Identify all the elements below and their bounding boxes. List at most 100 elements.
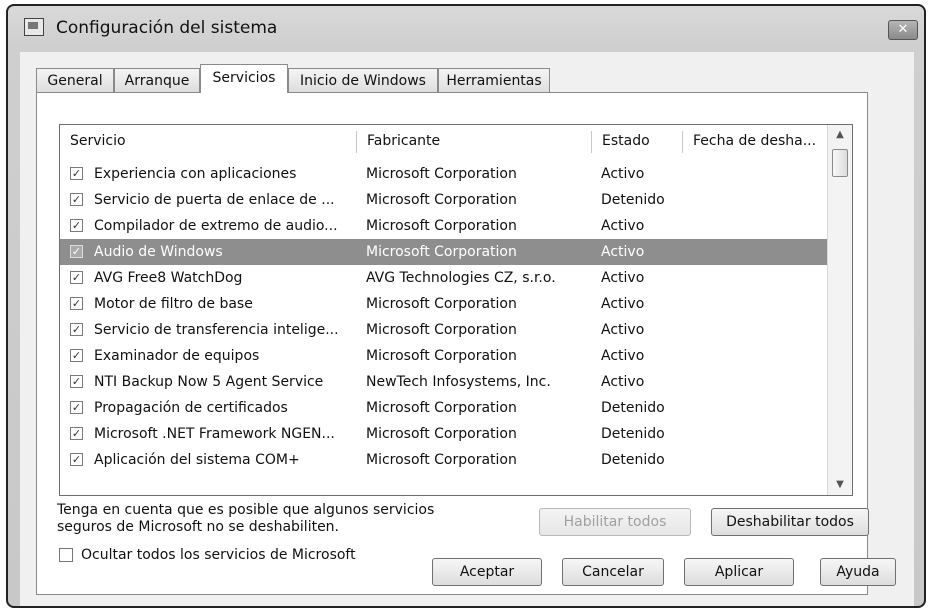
services-list[interactable]: Servicio Fabricante Estado Fecha de desh… — [59, 124, 853, 496]
service-name: Propagación de certificados — [94, 400, 288, 416]
tab-general[interactable]: General — [36, 68, 114, 92]
note-line-1: Tenga en cuenta que es posible que algun… — [57, 502, 435, 518]
service-checkbox[interactable]: ✓ — [70, 193, 83, 206]
table-row[interactable]: ✓ Motor de filtro de base Microsoft Corp… — [60, 291, 846, 317]
tab-label: Herramientas — [446, 73, 542, 89]
column-header-estado[interactable]: Estado — [592, 125, 682, 157]
service-disable-date — [692, 395, 832, 421]
service-disable-date — [692, 421, 832, 447]
tab-label: General — [47, 73, 103, 89]
service-checkbox[interactable]: ✓ — [70, 219, 83, 232]
service-name: Servicio de puerta de enlace de ... — [94, 192, 335, 208]
cancel-button[interactable]: Cancelar — [562, 558, 664, 586]
disable-all-button[interactable]: Deshabilitar todos — [711, 508, 869, 536]
service-disable-date — [692, 187, 832, 213]
scroll-down-arrow-icon[interactable]: ▼ — [828, 475, 852, 495]
service-maker: Microsoft Corporation — [366, 166, 517, 182]
service-checkbox[interactable]: ✓ — [70, 245, 83, 258]
service-state: Activo — [601, 244, 645, 260]
table-row[interactable]: ✓ Aplicación del sistema COM+ Microsoft … — [60, 447, 846, 473]
service-checkbox[interactable]: ✓ — [70, 297, 83, 310]
title-bar[interactable]: Configuración del sistema ✕ — [8, 6, 924, 52]
service-maker: Microsoft Corporation — [366, 244, 517, 260]
service-maker: Microsoft Corporation — [366, 400, 517, 416]
service-name: Aplicación del sistema COM+ — [94, 452, 300, 468]
close-button[interactable]: ✕ — [888, 20, 918, 40]
service-state: Activo — [601, 270, 645, 286]
service-name: AVG Free8 WatchDog — [94, 270, 243, 286]
service-name: NTI Backup Now 5 Agent Service — [94, 374, 324, 390]
scrollbar-thumb[interactable] — [832, 149, 848, 177]
table-row[interactable]: ✓ NTI Backup Now 5 Agent Service NewTech… — [60, 369, 846, 395]
service-name: Motor de filtro de base — [94, 296, 253, 312]
tab-inicio-de-windows[interactable]: Inicio de Windows — [288, 68, 438, 92]
service-checkbox[interactable]: ✓ — [70, 427, 83, 440]
service-maker: Microsoft Corporation — [366, 426, 517, 442]
service-maker: Microsoft Corporation — [366, 452, 517, 468]
service-disable-date — [692, 265, 832, 291]
msconfig-app-icon — [24, 18, 44, 36]
close-icon: ✕ — [897, 22, 909, 37]
service-checkbox[interactable]: ✓ — [70, 349, 83, 362]
table-row-selected[interactable]: ✓ Audio de Windows Microsoft Corporation… — [60, 239, 846, 265]
table-row[interactable]: ✓ Examinador de equipos Microsoft Corpor… — [60, 343, 846, 369]
table-row[interactable]: ✓ Compilador de extremo de audio... Micr… — [60, 213, 846, 239]
tab-arranque[interactable]: Arranque — [114, 68, 200, 92]
service-name: Servicio de transferencia intelige... — [94, 322, 339, 338]
service-state: Activo — [601, 218, 645, 234]
tab-label: Servicios — [212, 70, 276, 86]
tab-herramientas[interactable]: Herramientas — [438, 68, 550, 92]
service-disable-date — [692, 317, 832, 343]
column-header-servicio[interactable]: Servicio — [60, 125, 356, 157]
service-state: Detenido — [601, 400, 665, 416]
service-checkbox[interactable]: ✓ — [70, 453, 83, 466]
service-name: Experiencia con aplicaciones — [94, 166, 297, 182]
list-header: Servicio Fabricante Estado Fecha de desh… — [60, 125, 846, 157]
microsoft-services-note: Tenga en cuenta que es posible que algun… — [57, 502, 497, 536]
service-disable-date — [692, 369, 832, 395]
table-row[interactable]: ✓ Experiencia con aplicaciones Microsoft… — [60, 161, 846, 187]
service-state: Detenido — [601, 192, 665, 208]
tab-label: Inicio de Windows — [300, 73, 426, 89]
service-state: Activo — [601, 296, 645, 312]
tab-servicios[interactable]: Servicios — [200, 64, 288, 93]
service-checkbox[interactable]: ✓ — [70, 401, 83, 414]
service-checkbox[interactable]: ✓ — [70, 323, 83, 336]
note-line-2: seguros de Microsoft no se deshabiliten. — [57, 519, 340, 535]
table-row[interactable]: ✓ Microsoft .NET Framework NGEN... Micro… — [60, 421, 846, 447]
dialog-client-area: General Arranque Servicios Inicio de Win… — [20, 52, 914, 606]
window-title: Configuración del sistema — [56, 18, 278, 38]
service-name: Compilador de extremo de audio... — [94, 218, 338, 234]
vertical-scrollbar[interactable]: ▲ ▼ — [827, 125, 852, 495]
table-row[interactable]: ✓ Propagación de certificados Microsoft … — [60, 395, 846, 421]
service-name: Examinador de equipos — [94, 348, 260, 364]
service-checkbox[interactable]: ✓ — [70, 375, 83, 388]
service-disable-date — [692, 447, 832, 473]
help-button[interactable]: Ayuda — [820, 558, 896, 586]
service-name: Microsoft .NET Framework NGEN... — [94, 426, 335, 442]
service-state: Activo — [601, 374, 645, 390]
column-header-fabricante[interactable]: Fabricante — [357, 125, 591, 157]
service-state: Activo — [601, 348, 645, 364]
hide-microsoft-services-checkbox[interactable] — [59, 548, 73, 562]
scroll-up-arrow-icon[interactable]: ▲ — [828, 125, 852, 145]
services-panel: Servicio Fabricante Estado Fecha de desh… — [36, 92, 869, 595]
service-state: Activo — [601, 322, 645, 338]
service-maker: Microsoft Corporation — [366, 218, 517, 234]
table-row[interactable]: ✓ AVG Free8 WatchDog AVG Technologies CZ… — [60, 265, 846, 291]
tab-label: Arranque — [124, 73, 190, 89]
service-disable-date — [692, 343, 832, 369]
ok-button[interactable]: Aceptar — [432, 558, 542, 586]
apply-button[interactable]: Aplicar — [684, 558, 794, 586]
service-checkbox[interactable]: ✓ — [70, 167, 83, 180]
service-maker: Microsoft Corporation — [366, 296, 517, 312]
table-row[interactable]: ✓ Servicio de puerta de enlace de ... Mi… — [60, 187, 846, 213]
column-header-fecha[interactable]: Fecha de desha... — [683, 125, 833, 157]
service-checkbox[interactable]: ✓ — [70, 271, 83, 284]
table-row[interactable]: ✓ Servicio de transferencia intelige... … — [60, 317, 846, 343]
service-maker: AVG Technologies CZ, s.r.o. — [366, 270, 556, 286]
service-maker: Microsoft Corporation — [366, 192, 517, 208]
service-disable-date — [692, 161, 832, 187]
enable-all-button[interactable]: Habilitar todos — [539, 508, 691, 536]
service-maker: Microsoft Corporation — [366, 348, 517, 364]
